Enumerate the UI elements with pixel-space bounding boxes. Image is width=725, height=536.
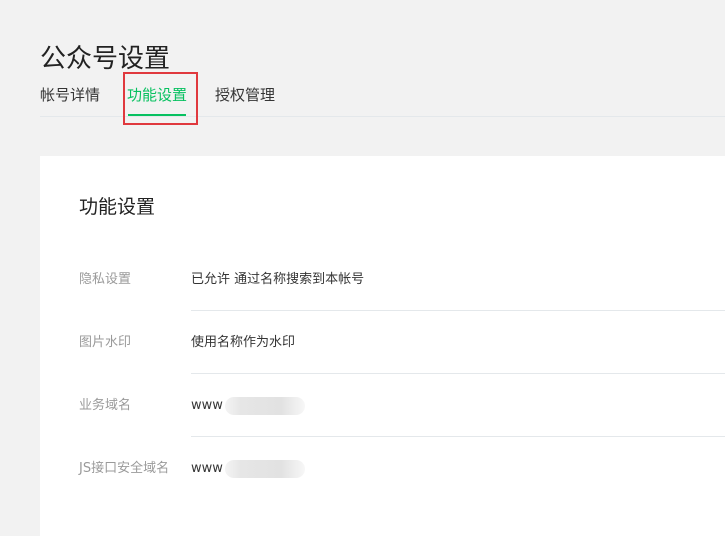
privacy-settings-value: 已允许 通过名称搜索到本帐号 (191, 272, 365, 287)
js-safe-domain-text: www (191, 461, 223, 476)
js-safe-domain-label: JS接口安全域名 (79, 461, 170, 476)
privacy-settings-label: 隐私设置 (79, 272, 132, 287)
tab-account-details[interactable]: 帐号详情 (40, 82, 100, 116)
business-domain-label: 业务域名 (79, 398, 132, 413)
tab-authorization-management[interactable]: 授权管理 (215, 82, 275, 116)
js-safe-domain-value: www (191, 437, 305, 500)
privacy-settings-row: 隐私设置 已允许 通过名称搜索到本帐号 (40, 248, 725, 311)
image-watermark-row: 图片水印 使用名称作为水印 (40, 311, 725, 374)
feature-settings-card: 功能设置 隐私设置 已允许 通过名称搜索到本帐号 图片水印 使用名称作为水印 业… (40, 156, 725, 536)
image-watermark-label: 图片水印 (79, 335, 132, 350)
business-domain-row: 业务域名 www (40, 374, 725, 437)
js-safe-domain-row: JS接口安全域名 www (40, 437, 725, 500)
card-title: 功能设置 (79, 196, 156, 218)
business-domain-value: www (191, 374, 305, 437)
redacted-blur (224, 396, 305, 415)
redacted-blur (224, 459, 305, 478)
annotation-highlight-box (123, 72, 198, 125)
image-watermark-value: 使用名称作为水印 (191, 335, 296, 350)
business-domain-text: www (191, 398, 223, 413)
